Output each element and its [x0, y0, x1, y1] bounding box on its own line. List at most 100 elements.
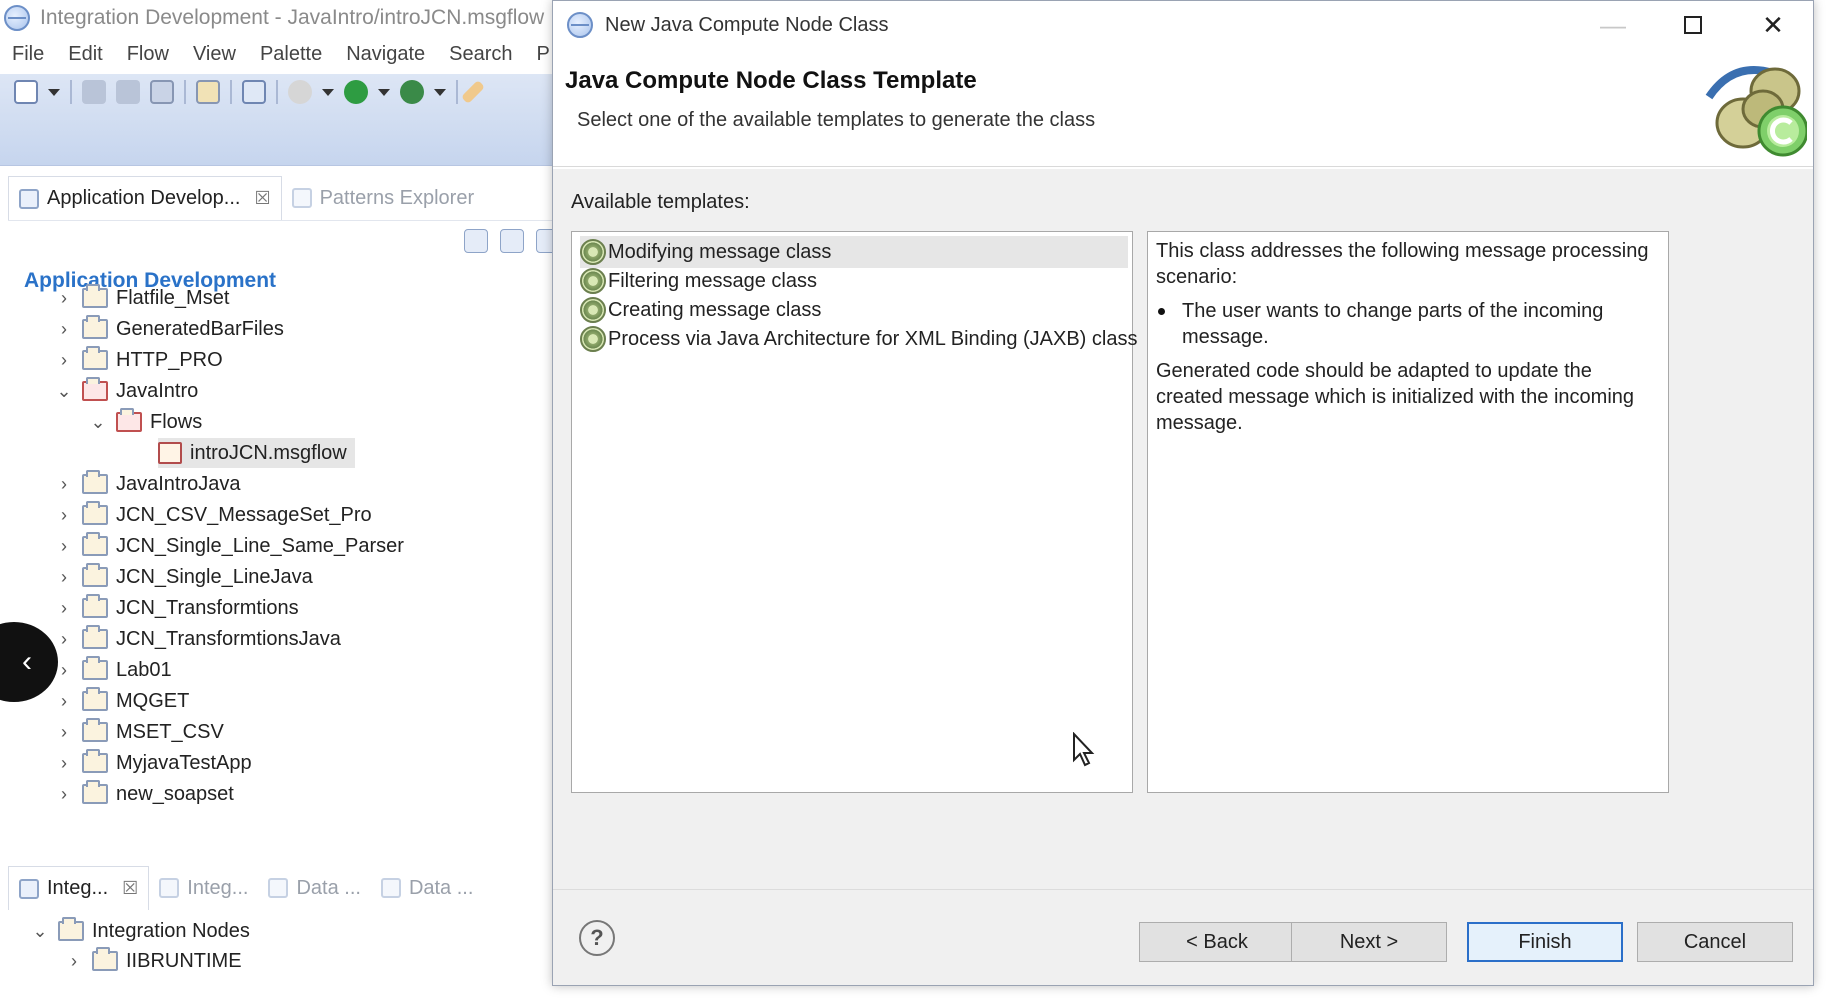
application-folder-icon	[82, 594, 108, 618]
tree-item-myjavatestapp[interactable]: › MyjavaTestApp	[54, 748, 252, 778]
finish-button[interactable]: Finish	[1467, 922, 1623, 962]
tree-item-jcn-single-line-same-parser[interactable]: › JCN_Single_Line_Same_Parser	[54, 531, 404, 561]
chevron-right-icon[interactable]: ›	[54, 567, 74, 587]
maximize-button[interactable]	[1653, 1, 1733, 49]
tree-item-javaintrojava[interactable]: › JavaIntroJava	[54, 469, 241, 499]
hierarchy-icon[interactable]	[242, 80, 266, 104]
tree-item-mset-csv[interactable]: › MSET_CSV	[54, 717, 224, 747]
application-folder-icon	[82, 780, 108, 804]
menu-flow[interactable]: Flow	[115, 43, 181, 66]
java-compute-wizard-icon	[1705, 66, 1807, 157]
tree-item-new-soapset[interactable]: › new_soapset	[54, 779, 234, 809]
cancel-button-label: Cancel	[1683, 930, 1747, 953]
chevron-right-icon[interactable]: ›	[54, 598, 74, 618]
menu-palette[interactable]: Palette	[248, 43, 334, 66]
tree-item-flatfile-mset[interactable]: › Flatfile_Mset	[54, 283, 229, 313]
finish-button-label: Finish	[1518, 930, 1572, 953]
new-icon[interactable]	[14, 80, 38, 104]
run-dropdown-caret[interactable]	[378, 88, 390, 96]
cancel-button[interactable]: Cancel	[1637, 922, 1793, 962]
chevron-right-icon[interactable]: ›	[54, 691, 74, 711]
tree-item-mqget[interactable]: › MQGET	[54, 686, 189, 716]
chevron-right-icon[interactable]: ›	[54, 288, 74, 308]
tab-integration-explorer[interactable]: Integ... ☒	[8, 866, 150, 910]
tab-data-2[interactable]: Data ...	[371, 866, 483, 910]
menu-view[interactable]: View	[181, 43, 248, 66]
new-dropdown-caret[interactable]	[48, 88, 60, 96]
tree-item-integration-nodes[interactable]: ⌄ Integration Nodes	[30, 916, 250, 946]
template-item-modifying[interactable]: Modifying message class	[580, 236, 1128, 268]
menu-search[interactable]: Search	[437, 43, 524, 66]
close-tab-icon[interactable]: ☒	[122, 878, 138, 899]
tree-item-label: JavaIntro	[116, 379, 199, 402]
minimize-button[interactable]: —	[1573, 1, 1653, 49]
chevron-right-icon[interactable]: ›	[54, 784, 74, 804]
debug-icon[interactable]	[288, 80, 312, 104]
external-tools-icon[interactable]	[400, 80, 424, 104]
mouse-pointer-icon	[1073, 732, 1095, 767]
save-icon[interactable]	[82, 80, 106, 104]
menu-file[interactable]: File	[0, 43, 56, 66]
tree-item-http-pro[interactable]: › HTTP_PRO	[54, 345, 223, 375]
tree-item-introjcn-msgflow[interactable]: introJCN.msgflow	[158, 438, 355, 468]
application-folder-icon	[82, 346, 108, 370]
tree-item-label: JCN_CSV_MessageSet_Pro	[116, 503, 372, 526]
menu-edit[interactable]: Edit	[56, 43, 114, 66]
close-tab-icon[interactable]: ☒	[254, 188, 270, 209]
tree-item-javaintro[interactable]: ⌄ JavaIntro	[54, 376, 198, 406]
back-button[interactable]: < Back	[1139, 922, 1295, 962]
chevron-right-icon[interactable]: ›	[54, 753, 74, 773]
chevron-right-icon[interactable]: ›	[54, 722, 74, 742]
tree-item-jcn-single-linejava[interactable]: › JCN_Single_LineJava	[54, 562, 313, 592]
chevron-down-icon[interactable]: ⌄	[54, 381, 74, 401]
chevron-right-icon[interactable]: ›	[54, 505, 74, 525]
menu-navigate[interactable]: Navigate	[334, 43, 437, 66]
chevron-right-icon[interactable]: ›	[64, 951, 84, 971]
print-icon[interactable]	[150, 80, 174, 104]
chevron-right-icon[interactable]: ›	[54, 474, 74, 494]
node-icon	[92, 947, 118, 971]
pencil-icon[interactable]	[460, 79, 486, 105]
save-all-icon[interactable]	[116, 80, 140, 104]
help-button[interactable]: ?	[579, 920, 615, 956]
templates-list[interactable]: Modifying message class Filtering messag…	[571, 231, 1137, 793]
description-list: The user wants to change parts of the in…	[1156, 298, 1660, 350]
tab-data-1[interactable]: Data ...	[258, 866, 370, 910]
next-button[interactable]: Next >	[1291, 922, 1447, 962]
run-icon[interactable]	[344, 80, 368, 104]
external-tools-caret[interactable]	[434, 88, 446, 96]
chevron-right-icon[interactable]: ›	[54, 350, 74, 370]
tab-patterns-explorer[interactable]: Patterns Explorer	[282, 176, 485, 220]
new-application-icon[interactable]	[464, 229, 488, 253]
chevron-right-icon[interactable]: ›	[54, 319, 74, 339]
tree-item-jcn-transformtions[interactable]: › JCN_Transformtions	[54, 593, 299, 623]
maximize-icon	[1684, 16, 1702, 34]
tree-item-label: JCN_TransformtionsJava	[116, 627, 341, 650]
chevron-right-icon[interactable]: ›	[54, 629, 74, 649]
tree-item-generatedbarfiles[interactable]: › GeneratedBarFiles	[54, 314, 284, 344]
tab-application-development[interactable]: Application Develop... ☒	[8, 176, 282, 220]
tab-label: Data ...	[296, 876, 361, 899]
tree-item-lab01[interactable]: › Lab01	[54, 655, 172, 685]
tree-item-jcn-csv-messageset-pro[interactable]: › JCN_CSV_MessageSet_Pro	[54, 500, 372, 530]
chevron-down-icon[interactable]: ⌄	[30, 921, 50, 941]
template-item-filtering[interactable]: Filtering message class	[580, 265, 829, 297]
debug-dropdown-caret[interactable]	[322, 88, 334, 96]
tree-item-label: JCN_Transformtions	[116, 596, 299, 619]
tree-item-label: MQGET	[116, 689, 190, 712]
collapse-all-icon[interactable]	[500, 229, 524, 253]
template-item-creating[interactable]: Creating message class	[580, 294, 833, 326]
help-icon: ?	[590, 925, 604, 950]
page-title: Java Compute Node Class Template	[565, 67, 977, 94]
tree-item-label: introJCN.msgflow	[190, 441, 347, 464]
tree-item-iibruntime[interactable]: › IIBRUNTIME	[64, 946, 242, 976]
chevron-down-icon[interactable]: ⌄	[88, 412, 108, 432]
template-item-jaxb[interactable]: Process via Java Architecture for XML Bi…	[580, 323, 1149, 355]
tab-integration-2[interactable]: Integ...	[149, 866, 258, 910]
tree-item-flows[interactable]: ⌄ Flows	[88, 407, 202, 437]
close-button[interactable]: ✕	[1733, 1, 1813, 49]
main-toolbar	[0, 74, 560, 166]
open-project-icon[interactable]	[196, 80, 220, 104]
chevron-right-icon[interactable]: ›	[54, 536, 74, 556]
tree-item-jcn-transformtionsjava[interactable]: › JCN_TransformtionsJava	[54, 624, 341, 654]
